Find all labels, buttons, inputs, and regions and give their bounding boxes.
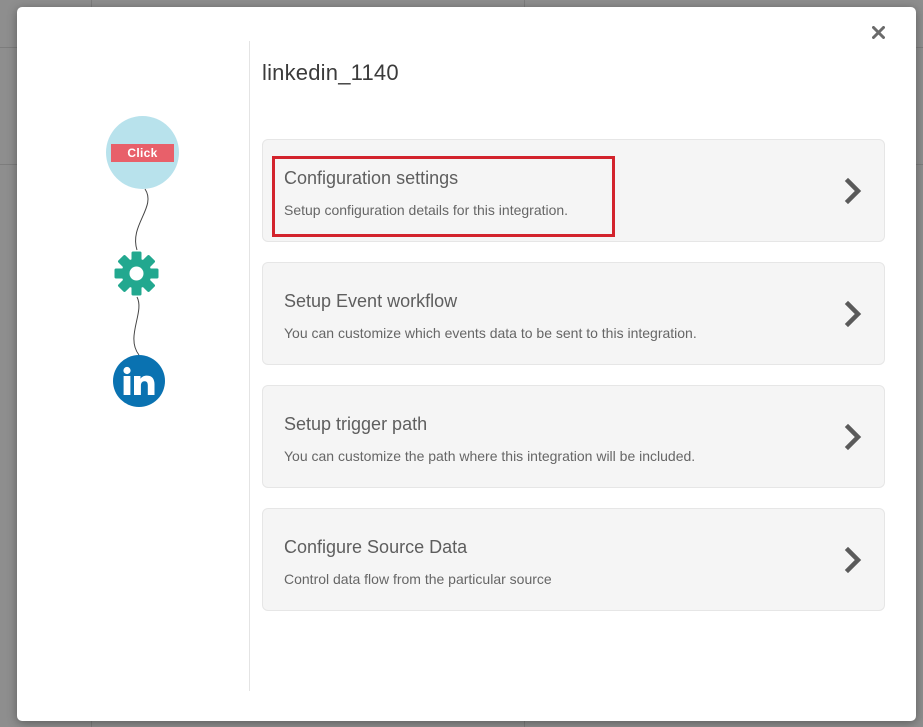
linkedin-icon (113, 355, 165, 407)
gear-icon (114, 251, 159, 296)
card-configure-source-data[interactable]: Configure Source Data Control data flow … (262, 508, 885, 611)
close-icon (871, 25, 885, 39)
close-button[interactable] (868, 22, 888, 42)
card-description: You can customize which events data to b… (284, 325, 697, 341)
integration-modal: Click linkedin_1140 Configuration settin… (17, 7, 916, 721)
flow-divider (249, 41, 250, 691)
linkedin-glyph (123, 366, 155, 395)
chevron-right-icon (844, 177, 862, 205)
modal-title: linkedin_1140 (262, 60, 399, 85)
integration-flow: Click (17, 7, 249, 721)
click-node: Click (106, 116, 179, 189)
card-setup-event-workflow[interactable]: Setup Event workflow You can customize w… (262, 262, 885, 365)
card-description: Setup configuration details for this int… (284, 202, 569, 218)
click-label: Click (111, 143, 174, 162)
card-heading: Configure Source Data (284, 537, 468, 557)
card-configuration-settings[interactable]: Configuration settings Setup configurati… (262, 139, 885, 242)
card-heading: Setup trigger path (284, 414, 428, 434)
card-setup-trigger-path[interactable]: Setup trigger path You can customize the… (262, 385, 885, 488)
chevron-right-icon (844, 546, 862, 574)
card-description: Control data flow from the particular so… (284, 571, 552, 587)
card-heading: Setup Event workflow (284, 291, 458, 311)
card-heading: Configuration settings (284, 168, 459, 188)
chevron-right-icon (844, 423, 862, 451)
chevron-right-icon (844, 300, 862, 328)
card-description: You can customize the path where this in… (284, 448, 696, 464)
